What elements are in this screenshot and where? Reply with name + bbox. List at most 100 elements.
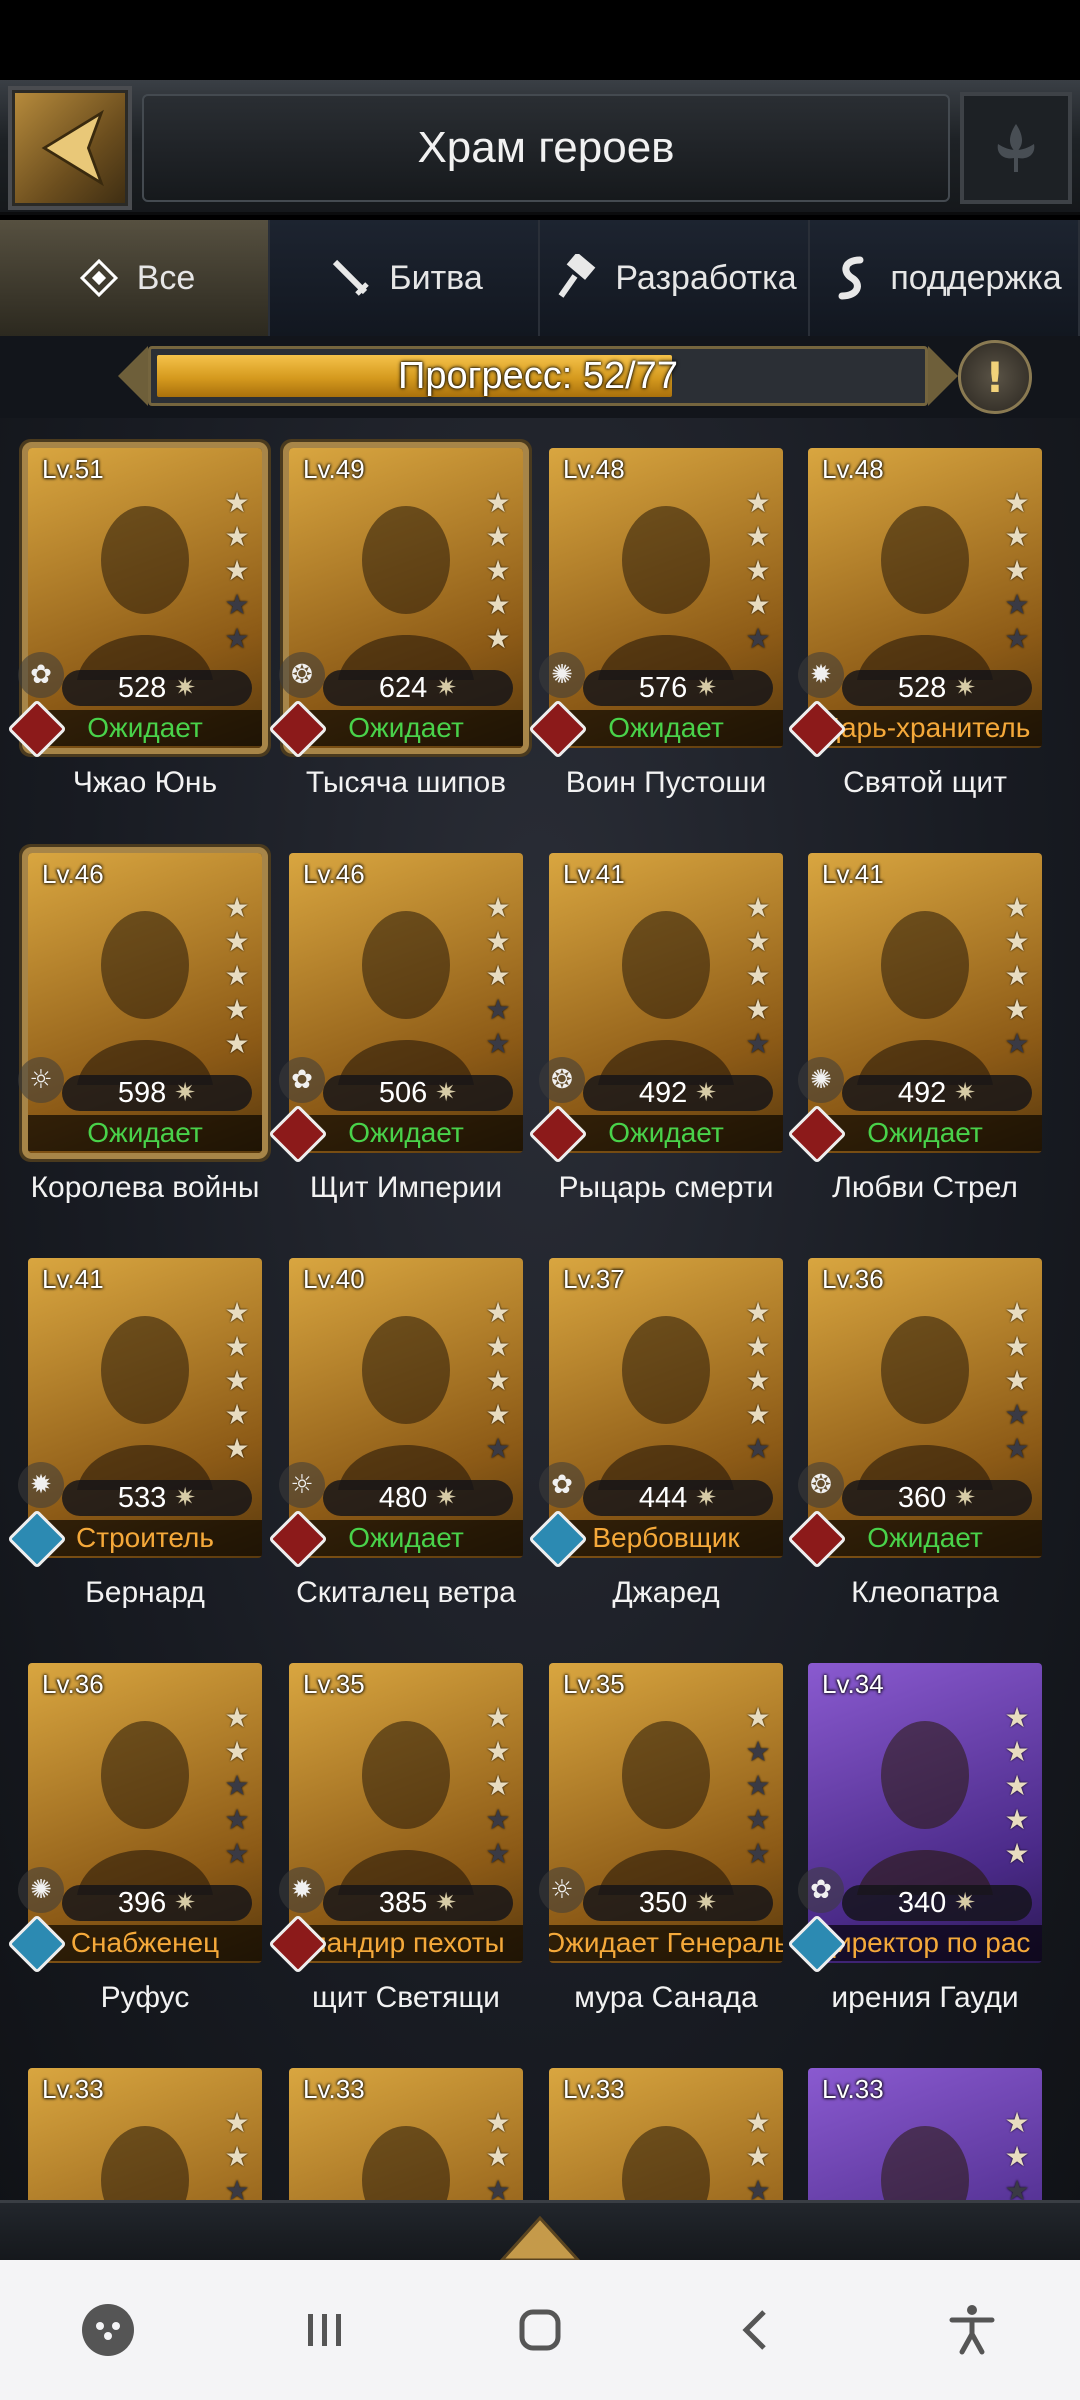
hero-card[interactable]: Lv.41 ★ ★ ★ ★ ★ 492 ✷ Ожидает ✺ Любви Стрел [787,853,1050,1204]
hero-name: мура Санада [574,1981,758,2014]
hero-card[interactable]: Lv.46 ★ ★ ★ ★ ★ 598 ✷ Ожидает ☼ Королева войны [18,853,270,1204]
back-nav-button[interactable] [696,2270,816,2390]
hero-level: Lv.33 [563,2074,625,2104]
gear-icon: ✷ [695,1483,718,1513]
game-launcher-button[interactable] [48,2270,168,2390]
hero-card[interactable]: Lv.48 ★ ★ ★ ★ ★ 576 ✷ Ожидает ✺ Воин Пустоши [528,448,791,799]
scroll-up-icon[interactable] [500,2216,580,2260]
hero-level: Lv.48 [822,454,884,484]
star-icon: ★ [745,993,771,1026]
tab-battle[interactable]: Битва [270,220,540,336]
star-icon: ★ [485,1296,511,1329]
hero-name: Любви Стрел [832,1171,1018,1204]
hero-card[interactable]: Lv.36 ★ ★ ★ ★ ★ 396 ✷ Снабженец ✺ Руфус [7,1663,270,2014]
tab-development[interactable]: Разработка [540,220,810,336]
star-icon: ★ [1004,486,1030,519]
star-icon: ★ [224,1837,250,1870]
progress-bar: Прогресс: 52/77 [148,346,928,406]
hero-portrait [598,1316,734,1490]
star-icon: ★ [224,1803,250,1836]
hero-stars: ★★★★★ [481,488,515,654]
star-icon: ★ [485,486,511,519]
star-icon: ★ [224,1432,250,1465]
chevron-left-icon [41,109,104,187]
star-icon: ★ [745,622,771,655]
star-icon: ★ [224,993,250,1026]
star-icon: ★ [1004,554,1030,587]
star-icon: ★ [485,1330,511,1363]
tab-label: Все [136,258,196,297]
star-icon: ★ [224,1701,250,1734]
hero-class-icon: ✹ [18,1462,64,1508]
sword-icon [325,252,377,304]
star-icon: ★ [1004,993,1030,1026]
hero-power-bar: 533 ✷ [62,1480,252,1516]
hero-name: Воин Пустоши [565,766,767,799]
hero-power-bar: 624 ✷ [323,670,513,706]
hero-portrait-card: Lv.37 ★ ★ ★ ★ ★ 444 ✷ Вербовщик [549,1258,783,1558]
page-title: Храм героев [417,123,675,172]
hero-name: Святой щит [843,766,1007,799]
hero-card[interactable]: Lv.37 ★ ★ ★ ★ ★ 444 ✷ Вербовщик ✿ Джаред [528,1258,791,1609]
hero-level: Lv.48 [563,454,625,484]
hero-power: 528 [897,671,947,704]
hero-class-icon: ❂ [798,1462,844,1508]
tab-support[interactable]: поддержка [810,220,1080,336]
star-icon: ★ [745,2106,771,2139]
home-button[interactable] [480,2270,600,2390]
star-icon: ★ [224,588,250,621]
hero-portrait-card: Lv.40 ★ ★ ★ ★ ★ 480 ✷ Ожидает [289,1258,523,1558]
hero-power: 480 [378,1481,428,1514]
hero-card[interactable]: Lv.51 ★ ★ ★ ★ ★ 528 ✷ Ожидает ✿ Чжао Юнь [7,448,270,799]
hero-level: Lv.51 [42,454,104,484]
hero-card[interactable]: Lv.41 ★ ★ ★ ★ ★ 492 ✷ Ожидает ❂ Рыцарь смерти [528,853,791,1204]
accessibility-button[interactable] [912,2270,1032,2390]
game-launcher-icon [82,2304,134,2356]
hero-portrait-card: Lv.46 ★ ★ ★ ★ ★ 598 ✷ Ожидает [28,853,262,1153]
progress-row: Прогресс: 52/77 ! [0,336,1080,418]
hero-portrait-card: Lv.36 ★ ★ ★ ★ ★ 396 ✷ Снабженец [28,1663,262,1963]
hero-card[interactable]: Lv.40 ★ ★ ★ ★ ★ 480 ✷ Ожидает ☼ Скиталец ветра [268,1258,531,1609]
star-icon: ★ [485,925,511,958]
hero-stars: ★★★★★ [741,893,775,1059]
hero-class-icon: ✹ [279,1867,325,1913]
star-icon: ★ [1004,925,1030,958]
star-icon: ★ [485,1398,511,1431]
hero-card[interactable]: Lv.49 ★ ★ ★ ★ ★ 624 ✷ Ожидает ❂ Тысяча шипов [268,448,531,799]
hero-card[interactable]: Lv.48 ★ ★ ★ ★ ★ 528 ✷ Царь-хранитель ✹ Святой щит [787,448,1050,799]
hero-portrait [77,506,213,680]
back-button[interactable] [8,86,132,210]
hero-status: Ожидает [28,1115,262,1151]
info-button[interactable]: ! [958,340,1032,414]
star-icon: ★ [224,1735,250,1768]
tab-all[interactable]: Все [0,220,270,336]
hero-class-icon: ✿ [539,1462,585,1508]
hero-class-icon: ✿ [798,1867,844,1913]
hero-level: Lv.35 [303,1669,365,1699]
hero-stars: ★★★★★ [220,893,254,1059]
hero-card[interactable]: Lv.46 ★ ★ ★ ★ ★ 506 ✷ Ожидает ✿ Щит Империи [268,853,531,1204]
hero-class-icon: ✿ [279,1057,325,1103]
hero-card[interactable]: Lv.41 ★ ★ ★ ★ ★ 533 ✷ Строитель ✹ Бернард [7,1258,270,1609]
hero-power-bar: 598 ✷ [62,1075,252,1111]
hero-power: 444 [638,1481,688,1514]
hero-level: Lv.35 [563,1669,625,1699]
hero-card[interactable]: Lv.36 ★ ★ ★ ★ ★ 360 ✷ Ожидает ❂ Клеопатра [787,1258,1050,1609]
hero-power: 385 [378,1886,428,1919]
hero-portrait [857,1721,993,1895]
star-icon: ★ [1004,959,1030,992]
hero-card[interactable]: Lv.35 ★ ★ ★ ★ ★ 350 ✷ Ожидает Генераль ☼ мура Сана… [539,1663,791,2014]
star-icon: ★ [1004,2140,1030,2173]
hero-power: 340 [897,1886,947,1919]
star-icon: ★ [745,1837,771,1870]
star-icon: ★ [1004,1398,1030,1431]
recent-apps-button[interactable] [264,2270,384,2390]
hero-card[interactable]: Lv.34 ★ ★ ★ ★ ★ 340 ✷ директор по рас ✿ ирения Гау… [787,1663,1050,2014]
hero-power-bar: 506 ✷ [323,1075,513,1111]
hero-status: Ожидает Генераль [549,1925,783,1961]
star-icon: ★ [224,925,250,958]
star-icon: ★ [485,1701,511,1734]
hero-portrait-card: Lv.35 ★ ★ ★ ★ ★ 385 ✷ мандир пехоты [289,1663,523,1963]
hero-card[interactable]: Lv.35 ★ ★ ★ ★ ★ 385 ✷ мандир пехоты ✹ щит Светящи [268,1663,531,2014]
header-right-button[interactable] [960,92,1072,204]
